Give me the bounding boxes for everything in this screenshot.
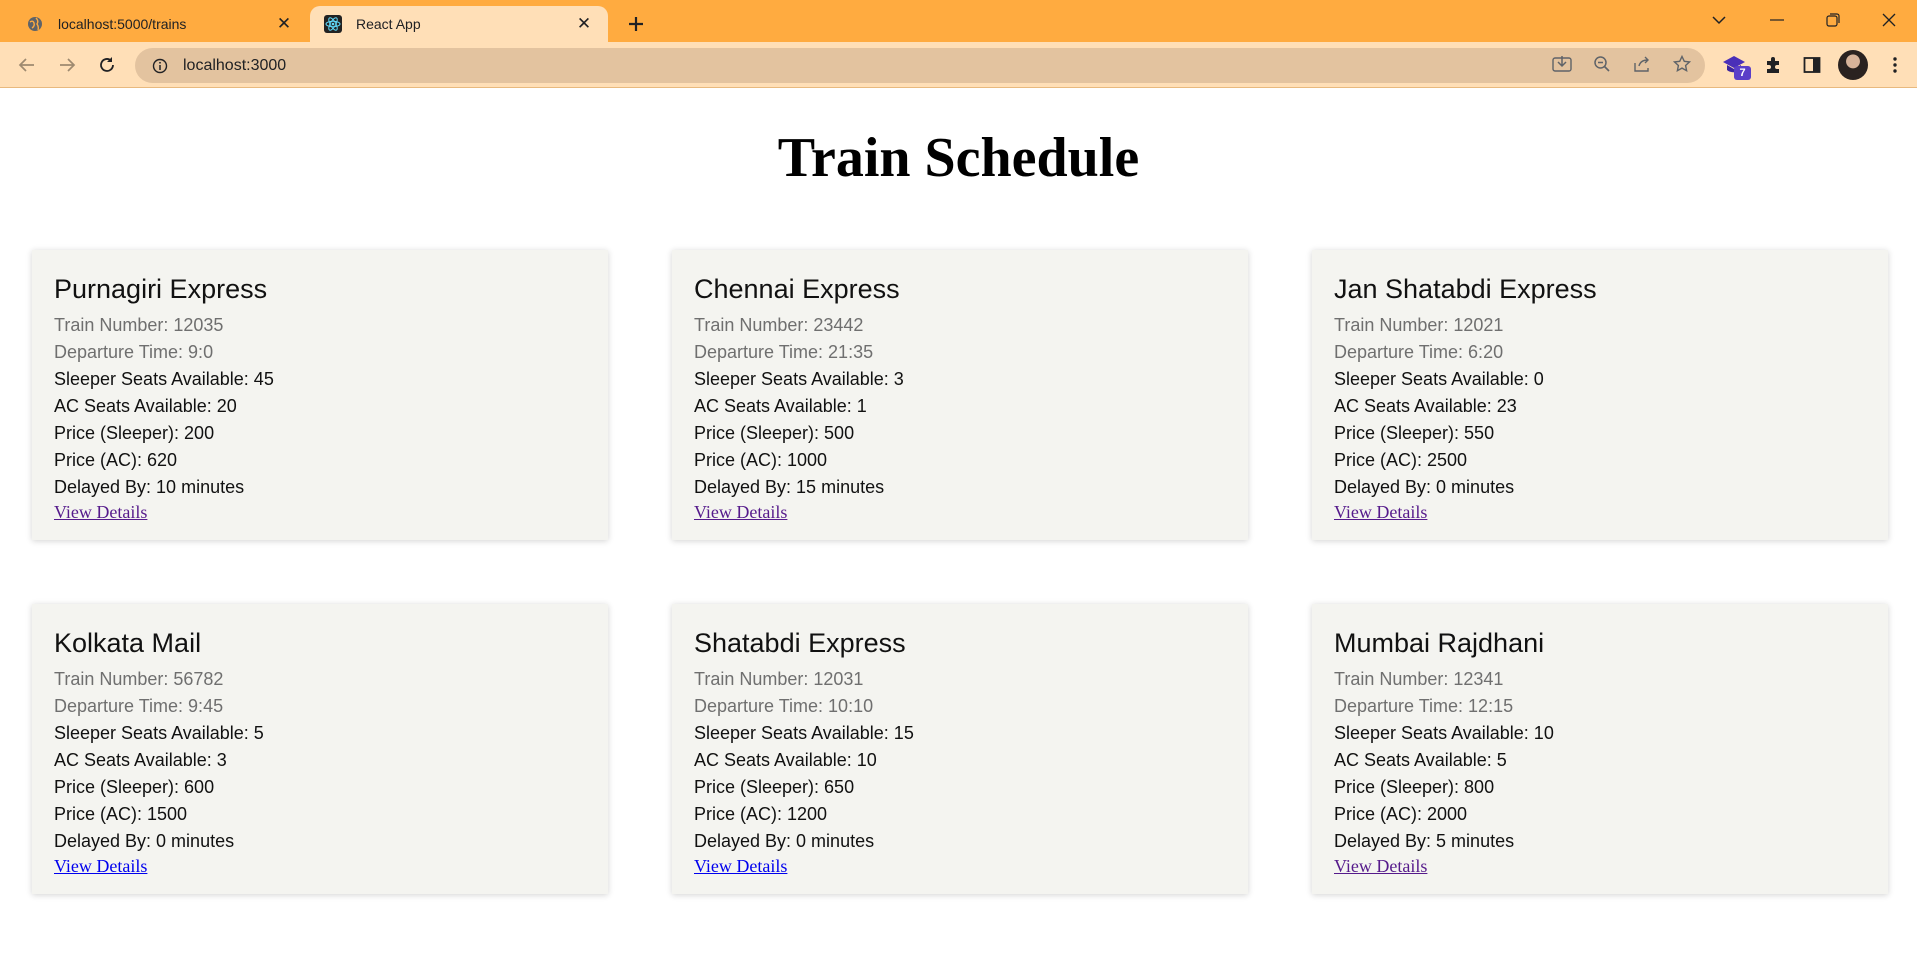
bookmark-star-icon[interactable] (1667, 49, 1697, 79)
train-card: Kolkata Mail Train Number: 56782 Departu… (32, 604, 608, 894)
delayed-by: Delayed By: 0 minutes (54, 831, 235, 851)
view-details-link[interactable]: View Details (1334, 855, 1427, 877)
profile-avatar[interactable] (1838, 50, 1868, 80)
tab-title: React App (356, 16, 421, 32)
ac-seats: AC Seats Available: 20 (54, 396, 237, 416)
train-name: Kolkata Mail (54, 628, 202, 658)
price-sleeper: Price (Sleeper): 550 (1334, 423, 1495, 443)
train-card: Jan Shatabdi Express Train Number: 12021… (1312, 250, 1888, 540)
train-card: Mumbai Rajdhani Train Number: 12341 Depa… (1312, 604, 1888, 894)
reload-icon[interactable] (91, 49, 123, 81)
departure-time: Departure Time: 9:0 (54, 342, 214, 362)
browser-toolbar: localhost:3000 7 (0, 42, 1917, 88)
train-number: Train Number: 12021 (1334, 315, 1504, 335)
restore-button[interactable] (1810, 0, 1856, 40)
address-bar[interactable]: localhost:3000 (135, 48, 1705, 83)
ac-seats: AC Seats Available: 10 (694, 750, 877, 770)
sleeper-seats: Sleeper Seats Available: 15 (694, 723, 914, 743)
new-tab-button[interactable] (620, 8, 652, 40)
price-sleeper: Price (Sleeper): 200 (54, 423, 215, 443)
globe-icon (26, 15, 44, 33)
extensions-puzzle-icon[interactable] (1760, 51, 1788, 79)
extension-badge: 7 (1734, 66, 1751, 80)
tab-search-chevron-down-icon[interactable] (1696, 0, 1742, 40)
view-details-link[interactable]: View Details (1334, 501, 1427, 523)
train-card: Chennai Express Train Number: 23442 Depa… (672, 250, 1248, 540)
sleeper-seats: Sleeper Seats Available: 10 (1334, 723, 1554, 743)
share-icon[interactable] (1627, 49, 1657, 79)
train-name: Shatabdi Express (694, 628, 906, 658)
view-details-link[interactable]: View Details (694, 501, 787, 523)
departure-time: Departure Time: 21:35 (694, 342, 874, 362)
price-ac: Price (AC): 1200 (694, 804, 828, 824)
train-card: Purnagiri Express Train Number: 12035 De… (32, 250, 608, 540)
train-card: Shatabdi Express Train Number: 12031 Dep… (672, 604, 1248, 894)
ac-seats: AC Seats Available: 1 (694, 396, 867, 416)
price-ac: Price (AC): 1000 (694, 450, 828, 470)
extension-graduation-cap-icon[interactable]: 7 (1720, 51, 1751, 80)
price-ac: Price (AC): 2500 (1334, 450, 1468, 470)
back-arrow-icon[interactable] (11, 49, 43, 81)
train-name: Chennai Express (694, 274, 900, 304)
price-ac: Price (AC): 620 (54, 450, 178, 470)
tab-title: localhost:5000/trains (58, 16, 187, 32)
train-name: Jan Shatabdi Express (1334, 274, 1597, 304)
close-icon[interactable]: ✕ (274, 14, 294, 34)
ac-seats: AC Seats Available: 23 (1334, 396, 1517, 416)
price-ac: Price (AC): 1500 (54, 804, 188, 824)
sleeper-seats: Sleeper Seats Available: 45 (54, 369, 274, 389)
browser-tab-bar: localhost:5000/trains ✕ React App ✕ (0, 0, 1917, 42)
train-number: Train Number: 56782 (54, 669, 224, 689)
zoom-out-icon[interactable] (1587, 49, 1617, 79)
minimize-button[interactable] (1754, 0, 1800, 40)
sleeper-seats: Sleeper Seats Available: 5 (54, 723, 264, 743)
more-options-icon[interactable] (1880, 50, 1910, 80)
train-name: Mumbai Rajdhani (1334, 628, 1545, 658)
close-icon[interactable]: ✕ (574, 14, 594, 34)
price-sleeper: Price (Sleeper): 500 (694, 423, 855, 443)
view-details-link[interactable]: View Details (694, 855, 787, 877)
price-ac: Price (AC): 2000 (1334, 804, 1468, 824)
ac-seats: AC Seats Available: 3 (54, 750, 227, 770)
sleeper-seats: Sleeper Seats Available: 0 (1334, 369, 1544, 389)
sleeper-seats: Sleeper Seats Available: 3 (694, 369, 904, 389)
train-number: Train Number: 23442 (694, 315, 864, 335)
page-title: Train Schedule (777, 127, 1140, 189)
delayed-by: Delayed By: 0 minutes (694, 831, 875, 851)
delayed-by: Delayed By: 0 minutes (1334, 477, 1515, 497)
url-text: localhost:3000 (183, 56, 287, 74)
delayed-by: Delayed By: 5 minutes (1334, 831, 1515, 851)
delayed-by: Delayed By: 10 minutes (54, 477, 245, 497)
train-number: Train Number: 12031 (694, 669, 864, 689)
tab-react-app[interactable]: React App ✕ (310, 6, 608, 42)
train-number: Train Number: 12035 (54, 315, 224, 335)
close-window-button[interactable] (1866, 0, 1912, 40)
price-sleeper: Price (Sleeper): 650 (694, 777, 855, 797)
price-sleeper: Price (Sleeper): 800 (1334, 777, 1495, 797)
departure-time: Departure Time: 9:45 (54, 696, 224, 716)
forward-arrow-icon[interactable] (51, 49, 83, 81)
departure-time: Departure Time: 10:10 (694, 696, 874, 716)
view-details-link[interactable]: View Details (54, 501, 147, 523)
ac-seats: AC Seats Available: 5 (1334, 750, 1507, 770)
site-info-icon[interactable] (149, 58, 171, 74)
tab-localhost-5000-trains[interactable]: localhost:5000/trains ✕ (12, 6, 308, 42)
departure-time: Departure Time: 6:20 (1334, 342, 1504, 362)
train-number: Train Number: 12341 (1334, 669, 1504, 689)
price-sleeper: Price (Sleeper): 600 (54, 777, 215, 797)
delayed-by: Delayed By: 15 minutes (694, 477, 885, 497)
react-logo-icon (324, 15, 342, 33)
view-details-link[interactable]: View Details (54, 855, 147, 877)
departure-time: Departure Time: 12:15 (1334, 696, 1514, 716)
install-app-icon[interactable] (1547, 49, 1577, 79)
side-panel-icon[interactable] (1798, 51, 1826, 79)
train-name: Purnagiri Express (54, 274, 268, 304)
